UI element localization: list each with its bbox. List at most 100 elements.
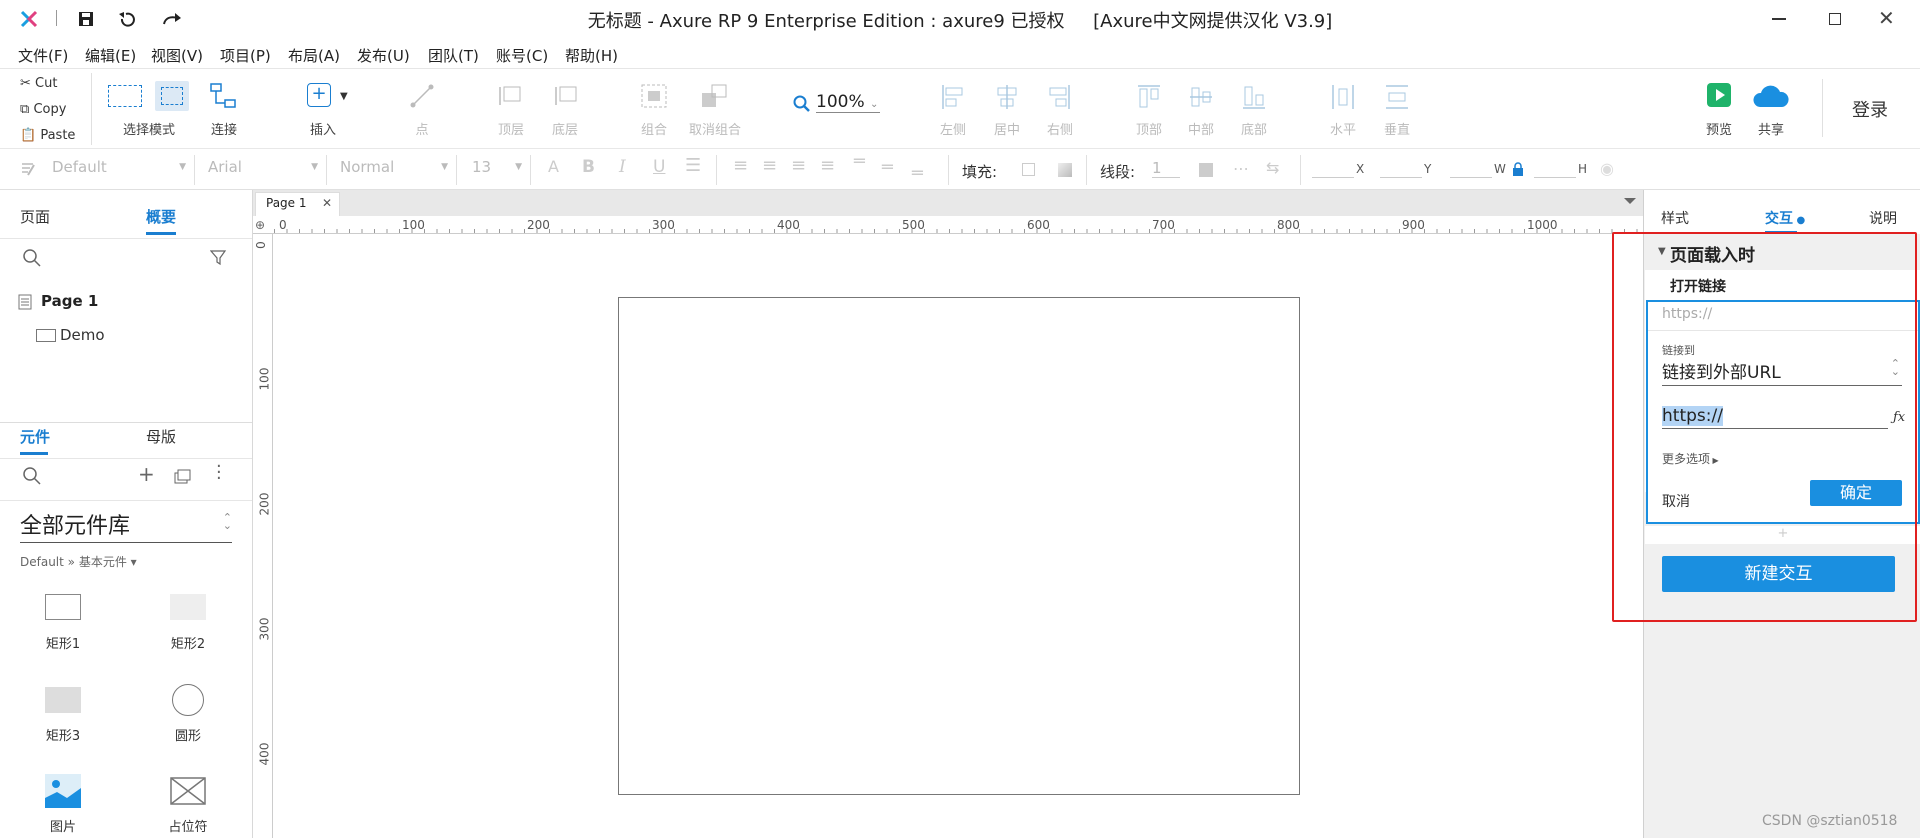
save-icon[interactable] bbox=[78, 11, 94, 27]
send-to-back-icon[interactable] bbox=[552, 83, 580, 109]
style-select[interactable]: Default ▼ bbox=[52, 158, 186, 176]
align-text-right-icon[interactable]: ≡ bbox=[791, 155, 806, 176]
connect-icon[interactable] bbox=[210, 83, 238, 109]
valign-middle-icon[interactable]: ═ bbox=[882, 157, 893, 178]
font-select[interactable]: Arial ▼ bbox=[208, 158, 318, 176]
font-size-select[interactable]: 13 ▼ bbox=[472, 158, 522, 176]
paste-button[interactable]: 📋 Paste bbox=[20, 128, 75, 143]
filter-icon[interactable] bbox=[210, 250, 228, 266]
weight-select[interactable]: Normal ▼ bbox=[340, 158, 448, 176]
tab-interaction[interactable]: 交互 ● bbox=[1765, 208, 1805, 228]
preview-icon[interactable] bbox=[1707, 83, 1731, 107]
close-icon[interactable]: ✕ bbox=[1878, 6, 1895, 30]
align-text-center-icon[interactable]: ≡ bbox=[762, 155, 777, 176]
widget-placeholder-icon[interactable] bbox=[170, 777, 206, 805]
redo-icon[interactable] bbox=[162, 12, 182, 26]
visibility-eye-icon[interactable]: ◉ bbox=[1600, 159, 1614, 178]
search-icon[interactable] bbox=[22, 248, 42, 268]
menu-team[interactable]: 团队(T) bbox=[428, 45, 479, 66]
zoom-select[interactable]: 100% ⌄ bbox=[816, 92, 880, 113]
select-intersect-icon[interactable] bbox=[108, 85, 142, 107]
copy-label: Copy bbox=[33, 102, 67, 117]
login-button[interactable]: 登录 bbox=[1852, 96, 1888, 122]
undo-icon[interactable] bbox=[118, 11, 136, 27]
align-right-icon[interactable] bbox=[1046, 83, 1072, 111]
align-middle-icon[interactable] bbox=[1188, 83, 1214, 111]
tab-notes[interactable]: 说明 bbox=[1869, 208, 1897, 228]
tab-overflow-icon[interactable] bbox=[1624, 198, 1636, 204]
bullet-list-icon[interactable]: ☰ bbox=[685, 155, 701, 176]
lock-icon[interactable] bbox=[1512, 162, 1524, 176]
italic-icon[interactable]: I bbox=[619, 157, 626, 177]
widget-rectangle1-icon[interactable] bbox=[45, 594, 81, 620]
fill-color-swatch[interactable] bbox=[1022, 163, 1035, 176]
align-text-left-icon[interactable]: ≡ bbox=[733, 155, 748, 176]
tab-pages[interactable]: 页面 bbox=[20, 206, 50, 227]
menu-edit[interactable]: 编辑(E) bbox=[85, 45, 136, 66]
stroke-color-swatch[interactable] bbox=[1199, 163, 1213, 177]
font-size-value: 13 bbox=[472, 158, 492, 176]
distribute-horizontal-icon[interactable] bbox=[1330, 83, 1356, 111]
tree-widget-demo[interactable]: Demo bbox=[60, 326, 105, 344]
menu-help[interactable]: 帮助(H) bbox=[565, 45, 618, 66]
valign-bottom-icon[interactable]: ═ bbox=[912, 163, 923, 184]
zoom-search-icon bbox=[793, 95, 810, 112]
format-painter-icon[interactable] bbox=[20, 161, 38, 177]
insert-plus-icon[interactable]: + bbox=[307, 83, 331, 107]
menu-project[interactable]: 项目(P) bbox=[220, 45, 271, 66]
font-color-icon[interactable]: A bbox=[548, 157, 559, 176]
valign-top-icon[interactable]: ═ bbox=[854, 151, 865, 172]
menu-file[interactable]: 文件(F) bbox=[18, 45, 68, 66]
menu-publish[interactable]: 发布(U) bbox=[357, 45, 410, 66]
tab-style[interactable]: 样式 bbox=[1661, 208, 1689, 228]
align-bottom-icon[interactable] bbox=[1241, 83, 1267, 111]
library-breadcrumb[interactable]: Default » 基本元件 ▾ bbox=[20, 553, 137, 570]
close-tab-icon[interactable]: ✕ bbox=[322, 196, 332, 210]
library-select[interactable]: 全部元件库 ⌃ ⌄ bbox=[20, 508, 232, 543]
copy-button[interactable]: ⧉ Copy bbox=[20, 102, 66, 117]
x-input[interactable] bbox=[1312, 177, 1354, 178]
align-top-icon[interactable] bbox=[1136, 83, 1162, 111]
library-copy-icon[interactable] bbox=[174, 468, 192, 484]
group-icon[interactable] bbox=[640, 83, 668, 109]
bold-icon[interactable]: B bbox=[582, 157, 595, 177]
ungroup-icon[interactable] bbox=[700, 83, 728, 109]
menu-account[interactable]: 账号(C) bbox=[496, 45, 548, 66]
tab-page1[interactable]: Page 1 ✕ bbox=[255, 192, 340, 216]
search-icon[interactable] bbox=[22, 466, 42, 486]
tab-masters[interactable]: 母版 bbox=[146, 426, 176, 447]
arrow-style-icon[interactable]: ⇆ bbox=[1266, 158, 1279, 177]
tree-page[interactable]: Page 1 bbox=[41, 292, 98, 310]
underline-icon[interactable]: U bbox=[653, 157, 665, 177]
point-icon[interactable] bbox=[409, 83, 435, 109]
tab-outline[interactable]: 概要 bbox=[146, 206, 176, 227]
stroke-pattern-icon[interactable]: ⋯ bbox=[1233, 159, 1249, 178]
insert-dropdown-icon[interactable]: ▼ bbox=[340, 91, 348, 102]
share-cloud-icon[interactable] bbox=[1752, 83, 1790, 109]
bring-to-front-icon[interactable] bbox=[496, 83, 524, 109]
more-options-icon[interactable]: · · · bbox=[216, 458, 222, 488]
cut-button[interactable]: ✂ Cut bbox=[20, 76, 57, 91]
align-center-icon[interactable] bbox=[994, 83, 1020, 111]
distribute-vertical-icon[interactable] bbox=[1384, 83, 1410, 111]
watermark: CSDN @sztian0518 bbox=[1762, 813, 1898, 829]
menu-view[interactable]: 视图(V) bbox=[151, 45, 203, 66]
widget-rectangle3-icon[interactable] bbox=[45, 687, 81, 713]
align-text-justify-icon[interactable]: ≡ bbox=[820, 155, 835, 176]
y-input[interactable] bbox=[1380, 177, 1422, 178]
add-library-icon[interactable]: + bbox=[138, 462, 155, 486]
widget-image-icon[interactable] bbox=[45, 774, 81, 808]
minimize-icon[interactable] bbox=[1772, 18, 1786, 20]
h-input[interactable] bbox=[1534, 177, 1576, 178]
tab-widgets[interactable]: 元件 bbox=[20, 426, 50, 447]
select-contain-icon[interactable] bbox=[155, 81, 189, 111]
w-input[interactable] bbox=[1450, 177, 1492, 178]
shadow-swatch[interactable] bbox=[1058, 163, 1072, 177]
widget-circle-icon[interactable] bbox=[172, 684, 204, 716]
menu-arrange[interactable]: 布局(A) bbox=[288, 45, 340, 66]
align-left-icon[interactable] bbox=[940, 83, 966, 111]
widget-rectangle2-icon[interactable] bbox=[170, 594, 206, 620]
demo-rectangle-widget[interactable] bbox=[618, 297, 1300, 795]
stroke-width-input[interactable]: 1 bbox=[1152, 159, 1180, 178]
maximize-icon[interactable] bbox=[1829, 13, 1841, 25]
